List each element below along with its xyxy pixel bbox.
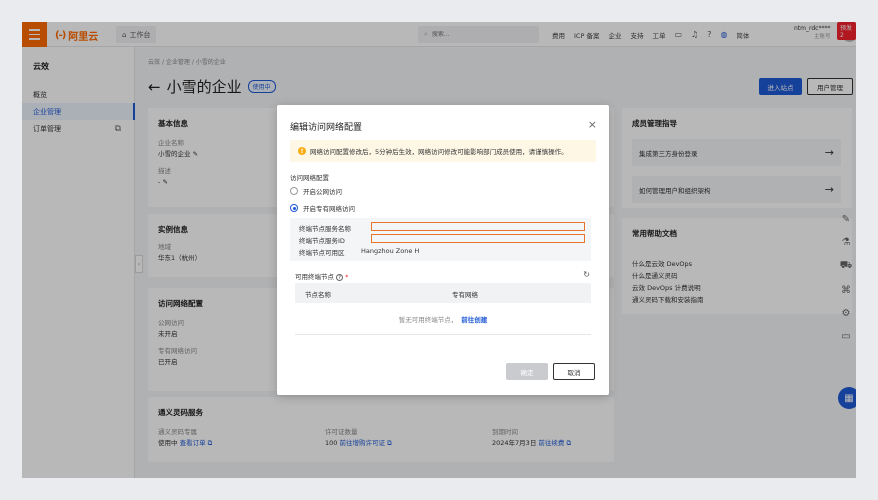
warning-alert: ! 网络访问配置修改后，5分钟后生效，网络访问修改可能影响部门成员使用，请谨慎操…	[290, 140, 596, 162]
column-header: 专有网络	[452, 291, 478, 299]
endpoint-name-row: 终端节点服务名称	[299, 223, 361, 233]
close-icon[interactable]: ×	[588, 118, 597, 131]
label-text: 可用终端节点	[295, 273, 334, 281]
section-label: 访问网络配置	[290, 174, 329, 182]
modal-title: 编辑访问网络配置	[290, 123, 363, 133]
edit-network-modal: 编辑访问网络配置 × ! 网络访问配置修改后，5分钟后生效，网络访问修改可能影响…	[277, 105, 609, 395]
redacted-value	[371, 222, 585, 231]
radio-circle[interactable]	[290, 204, 298, 212]
endpoint-zone-row: 终端节点可用区 Hangzhou Zone H	[299, 247, 419, 257]
required-mark: *	[345, 273, 349, 281]
radio-public-access[interactable]: 开启公网访问	[290, 186, 342, 196]
table-header: 节点名称 专有网络	[295, 283, 591, 303]
cancel-button[interactable]: 取消	[553, 363, 595, 380]
column-header: 节点名称	[305, 291, 331, 299]
table-empty-state: 暂无可用终端节点， 前往创建	[295, 303, 591, 335]
radio-label: 开启公网访问	[303, 188, 342, 196]
app-frame: (-) 阿里云 ⌂ 工作台 ⌕ 费用 ICP 备案 企业 支持 工单 ▭ ♫ ?…	[22, 22, 856, 478]
empty-text: 暂无可用终端节点，	[398, 315, 458, 324]
warning-icon: !	[298, 147, 306, 155]
refresh-icon[interactable]: ↻	[583, 270, 590, 279]
redacted-value	[371, 234, 585, 243]
help-icon[interactable]: ?	[336, 274, 344, 281]
endpoint-id-row: 终端节点服务ID	[299, 235, 361, 245]
radio-circle[interactable]	[290, 187, 298, 195]
radio-label: 开启专有网络访问	[303, 205, 355, 213]
field-value: Hangzhou Zone H	[361, 247, 420, 255]
field-label: 终端节点服务ID	[299, 237, 345, 245]
field-label: 终端节点可用区	[299, 249, 345, 257]
field-label: 终端节点服务名称	[299, 225, 351, 233]
radio-private-access[interactable]: 开启专有网络访问	[290, 203, 355, 213]
confirm-button[interactable]: 确定	[506, 363, 548, 380]
create-endpoint-link[interactable]: 前往创建	[461, 314, 487, 324]
available-endpoints-label: 可用终端节点 ? *	[295, 271, 348, 281]
endpoint-info-box: 终端节点服务名称 终端节点服务ID 终端节点可用区 Hangzhou Zone …	[290, 218, 591, 261]
alert-text: 网络访问配置修改后，5分钟后生效，网络访问修改可能影响部门成员使用，请谨慎操作。	[310, 148, 568, 156]
